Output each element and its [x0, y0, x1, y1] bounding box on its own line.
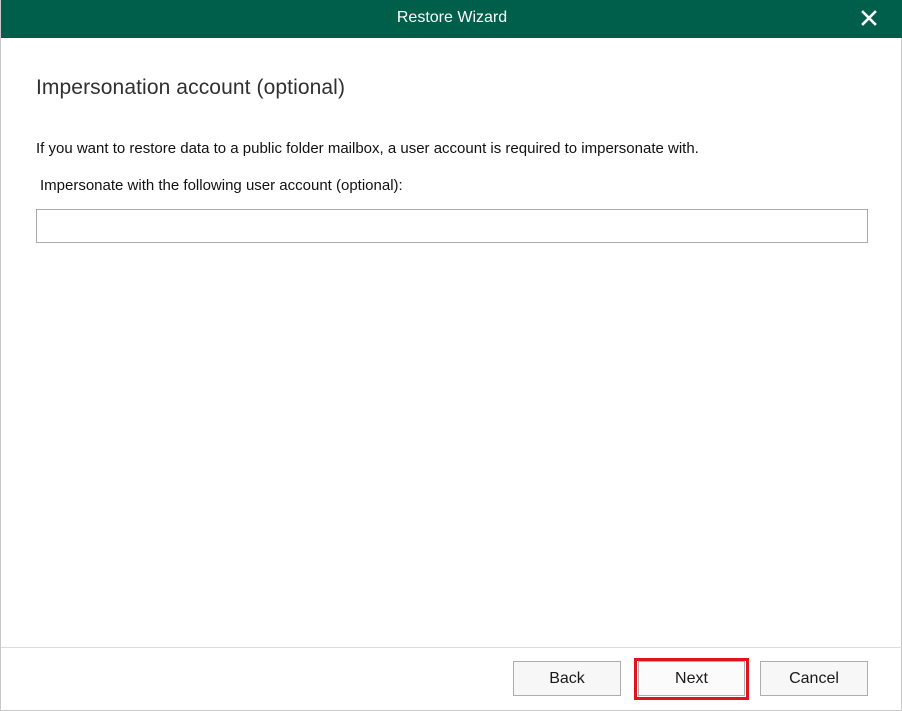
cancel-button[interactable]: Cancel: [760, 661, 868, 696]
title-bar: Restore Wizard: [1, 0, 902, 38]
restore-wizard-window: Restore Wizard Impersonation account (op…: [0, 0, 902, 711]
page-title: Impersonation account (optional): [36, 76, 346, 99]
footer-divider: [1, 647, 902, 648]
close-button[interactable]: [857, 6, 881, 30]
window-title: Restore Wizard: [396, 9, 508, 26]
impersonation-account-input[interactable]: [36, 209, 868, 243]
next-button[interactable]: Next: [638, 661, 745, 696]
impersonation-account-label: Impersonate with the following user acco…: [40, 177, 403, 194]
page-description: If you want to restore data to a public …: [36, 140, 699, 157]
back-button[interactable]: Back: [513, 661, 621, 696]
close-icon: [861, 10, 877, 26]
